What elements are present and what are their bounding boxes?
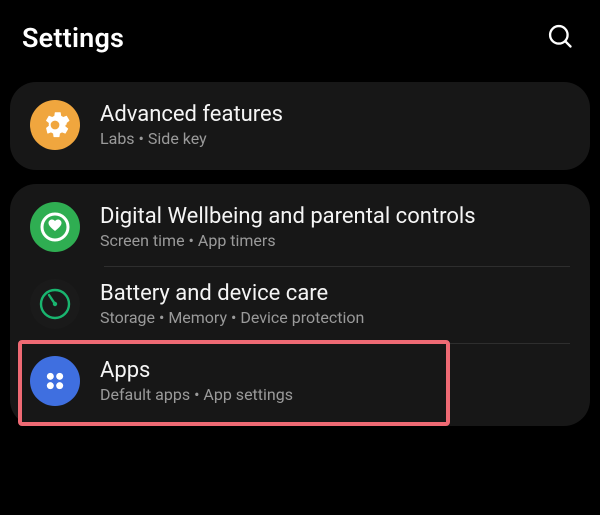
search-button[interactable]: [542, 18, 578, 58]
settings-item-advanced-features[interactable]: Advanced features Labs • Side key: [10, 88, 590, 164]
item-title: Advanced features: [100, 102, 283, 127]
digital-wellbeing-icon-badge: [30, 202, 80, 252]
item-title: Apps: [100, 358, 293, 383]
search-icon: [546, 22, 574, 50]
item-subtitle: Labs • Side key: [100, 129, 283, 148]
gear-icon: [40, 110, 70, 140]
item-title: Digital Wellbeing and parental controls: [100, 204, 476, 229]
item-text: Battery and device care Storage • Memory …: [100, 281, 364, 327]
item-text: Advanced features Labs • Side key: [100, 102, 283, 148]
settings-list: Advanced features Labs • Side key Digital…: [0, 82, 600, 426]
settings-group: Advanced features Labs • Side key: [10, 82, 590, 170]
settings-group: Digital Wellbeing and parental controls S…: [10, 184, 590, 426]
settings-item-digital-wellbeing[interactable]: Digital Wellbeing and parental controls S…: [10, 190, 590, 266]
care-icon: [35, 284, 75, 324]
item-text: Digital Wellbeing and parental controls S…: [100, 204, 476, 250]
advanced-features-icon-badge: [30, 100, 80, 150]
apps-icon-badge: [30, 356, 80, 406]
settings-item-apps[interactable]: Apps Default apps • App settings: [10, 344, 590, 420]
item-subtitle: Screen time • App timers: [100, 231, 476, 250]
header: Settings: [0, 0, 600, 76]
item-subtitle: Default apps • App settings: [100, 385, 293, 404]
wellbeing-icon: [33, 205, 77, 249]
battery-device-care-icon-badge: [30, 279, 80, 329]
item-text: Apps Default apps • App settings: [100, 358, 293, 404]
apps-grid-icon: [41, 367, 69, 395]
page-title: Settings: [22, 22, 124, 54]
item-title: Battery and device care: [100, 281, 364, 306]
settings-item-battery-device-care[interactable]: Battery and device care Storage • Memory …: [10, 267, 590, 343]
item-subtitle: Storage • Memory • Device protection: [100, 308, 364, 327]
